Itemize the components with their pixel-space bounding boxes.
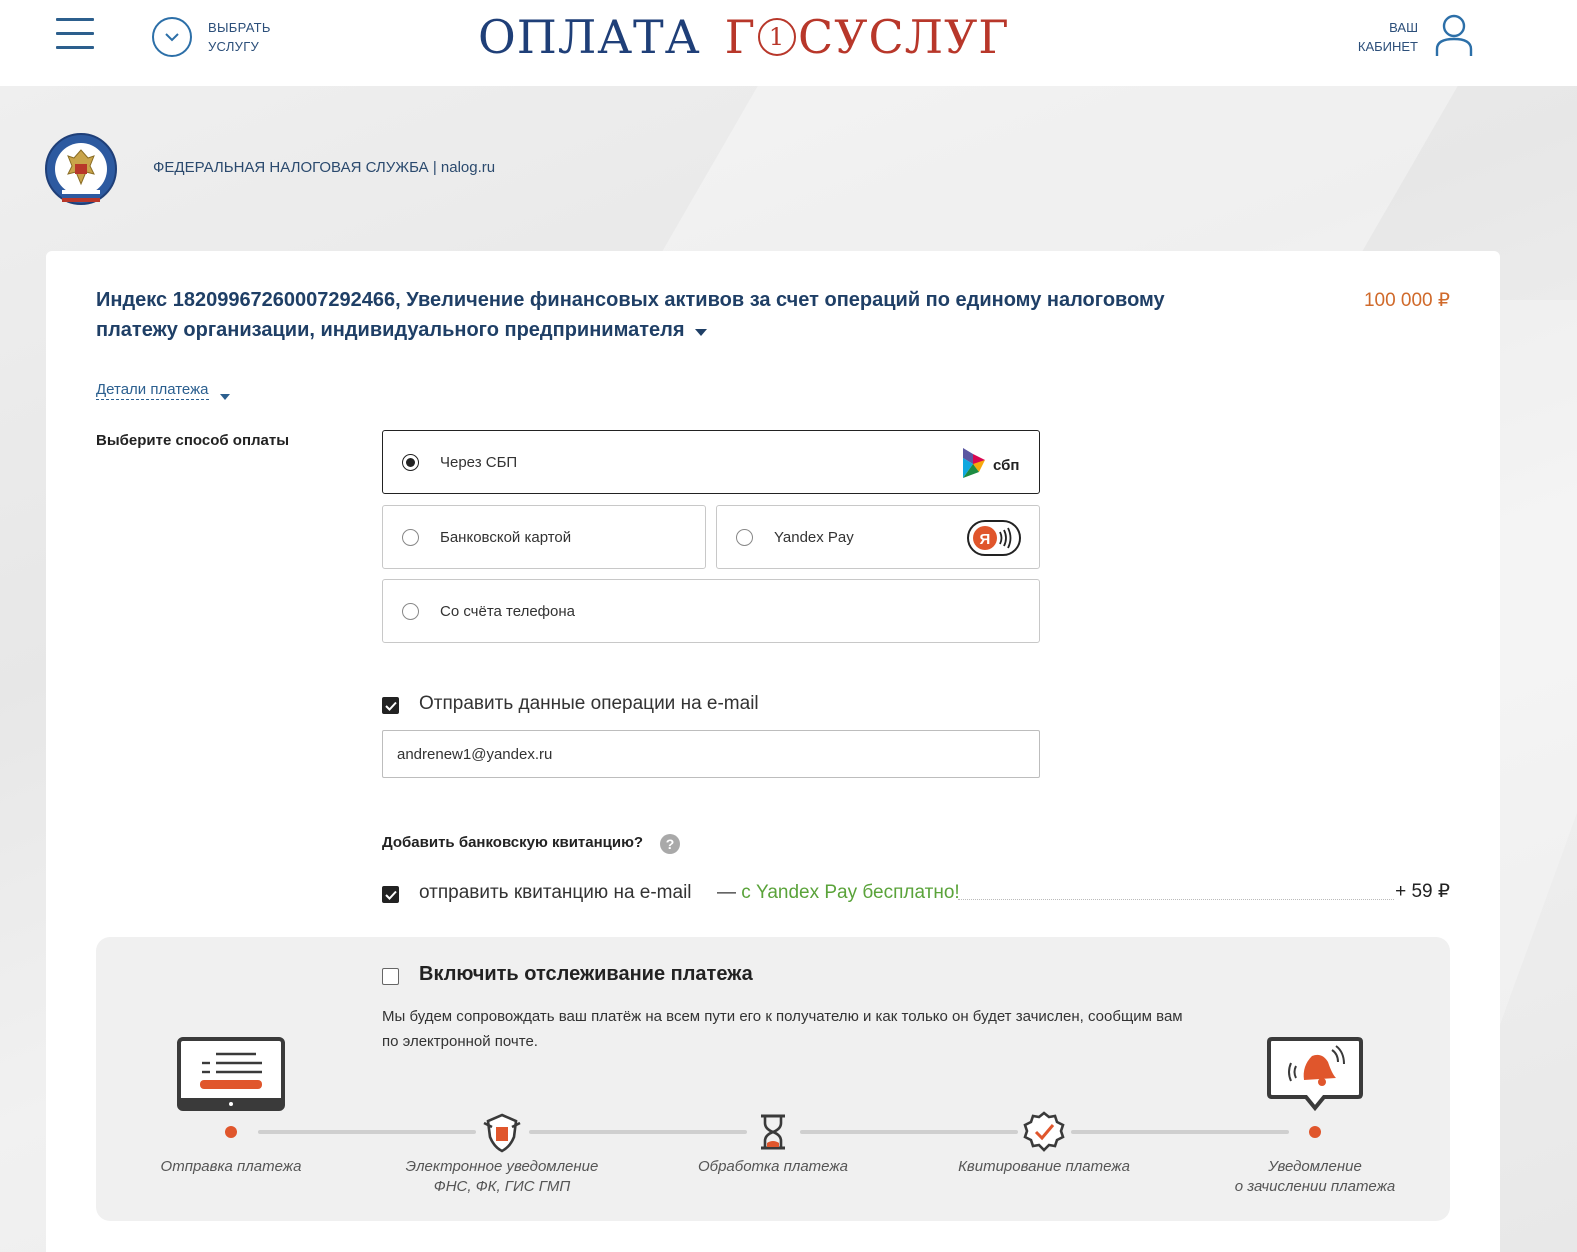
step-label-send: Отправка платежа [160,1158,302,1175]
shield-icon [482,1113,522,1158]
hourglass-icon [758,1113,788,1156]
badge-check-icon [1023,1111,1065,1158]
checkmark-icon [382,697,399,714]
svg-text:сбп: сбп [993,457,1019,474]
sbp-logo-icon: сбп [961,446,1025,485]
caret-down-icon[interactable] [694,316,707,346]
method-sbp[interactable]: Через СБП сбп [382,430,1040,494]
receipt-question: Добавить банковскую квитанцию? [382,834,644,851]
step-connector [529,1130,747,1134]
yandex-pay-logo-icon: Я [967,520,1023,561]
fns-emblem-icon [44,132,118,206]
menu-icon[interactable] [56,18,94,52]
method-sbp-label: Через СБП [440,453,518,471]
bell-icon [1266,1036,1364,1119]
tracking-description: Мы будем сопровождать ваш платёж на всем… [382,1008,1183,1050]
cabinet-label: ВАШ КАБИНЕТ [1357,20,1418,54]
method-yandex-pay[interactable]: Yandex Pay Я [716,505,1040,569]
radio-yandex-pay[interactable] [736,528,753,546]
laptop-icon [176,1036,286,1119]
email-checkbox-label[interactable]: Отправить данные операции на e-mail [419,693,759,715]
svg-text:Я: Я [980,531,991,548]
step-connector [258,1130,476,1134]
caret-down-icon[interactable] [220,388,230,406]
payment-title[interactable]: Индекс 18209967260007292466, Увеличение … [96,285,1216,346]
org-name[interactable]: ФЕДЕРАЛЬНАЯ НАЛОГОВАЯ СЛУЖБА | nalog.ru [153,159,495,176]
payment-details-link[interactable]: Детали платежа [96,381,209,400]
chevron-down-icon [152,17,192,57]
step-label-reconciliation: Квитирование платежа [958,1158,1130,1175]
radio-sbp[interactable] [402,453,419,471]
dotted-leader [958,899,1394,900]
receipt-checkbox-label[interactable]: отправить квитанцию на e-mail [419,882,692,904]
payment-amount: 100 000 ₽ [1363,290,1450,311]
personal-cabinet-button[interactable]: ВАШ КАБИНЕТ [1340,14,1480,60]
email-checkbox[interactable] [382,697,399,714]
step-label-credited: Уведомление о зачислении платежа [1234,1158,1396,1195]
logo-one-circle: 1 [758,18,797,56]
method-phone[interactable]: Со счёта телефона [382,579,1040,643]
receipt-checkbox[interactable] [382,886,399,903]
step-label-notify: Электронное уведомление ФНС, ФК, ГИС ГМП [405,1158,599,1195]
tracking-title[interactable]: Включить отслеживание платежа [419,963,753,986]
logo-text-left: ОПЛАТА [478,10,701,64]
step-dot [1309,1126,1321,1138]
receipt-promo: — с Yandex Pay бесплатно! [717,882,960,903]
radio-phone[interactable] [402,602,419,620]
method-bank-card-label: Банковской картой [440,528,572,546]
step-dot [225,1126,237,1138]
step-connector [800,1130,1018,1134]
payment-method-label: Выберите способ оплаты [96,432,290,449]
top-header: ВЫБРАТЬ УСЛУГУ ОПЛАТА Г 1 СУСЛУГ ВАШ КАБ… [0,0,1577,86]
method-phone-label: Со счёта телефона [440,602,575,620]
help-icon[interactable]: ? [660,834,680,854]
step-label-processing: Обработка платежа [697,1158,849,1175]
step-connector [1071,1130,1289,1134]
method-bank-card[interactable]: Банковской картой [382,505,706,569]
choose-service-button[interactable]: ВЫБРАТЬ УСЛУГУ [152,16,292,58]
user-icon [1434,13,1474,62]
choose-service-label: ВЫБРАТЬ УСЛУГУ [208,20,271,54]
receipt-fee: + 59 ₽ [1395,881,1450,902]
radio-bank-card[interactable] [402,528,419,546]
checkbox-box [382,968,399,985]
method-yandex-pay-label: Yandex Pay [774,528,854,546]
site-logo[interactable]: ОПЛАТА Г 1 СУСЛУГ [478,8,1009,66]
logo-text-right: Г 1 СУСЛУГ [724,10,1010,64]
email-input[interactable] [382,730,1040,778]
tracking-checkbox[interactable] [382,968,399,985]
checkmark-icon [382,886,399,903]
